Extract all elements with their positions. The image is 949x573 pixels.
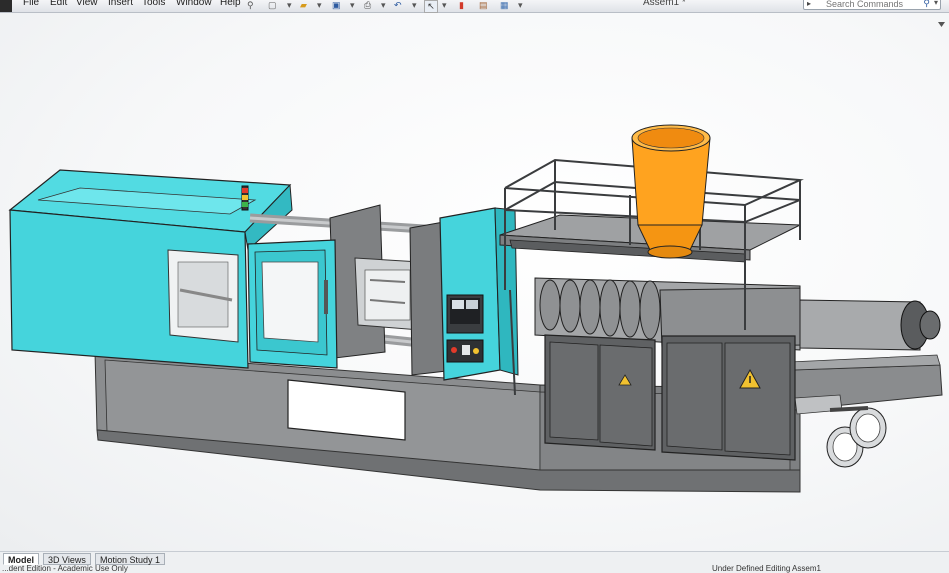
open-icon[interactable]: ▰ <box>300 0 307 11</box>
save-dropdown-icon[interactable]: ▾ <box>350 0 355 11</box>
undo-dropdown-icon[interactable]: ▾ <box>412 0 417 11</box>
search-box[interactable]: ▸ ⚲ ▾ <box>803 0 941 10</box>
menu-edit[interactable]: Edit <box>50 0 67 8</box>
select-dropdown-icon[interactable]: ▾ <box>442 0 447 11</box>
bottom-bar: Model 3D Views Motion Study 1 ...dent Ed… <box>0 551 949 573</box>
tab-model[interactable]: Model <box>3 553 39 565</box>
new-document-icon[interactable]: ▢ <box>268 0 277 11</box>
search-input[interactable] <box>824 0 928 10</box>
print-dropdown-icon[interactable]: ▾ <box>381 0 386 11</box>
menu-tools[interactable]: Tools <box>142 0 165 8</box>
solidworks-logo-icon <box>0 0 12 12</box>
injection-molding-machine-model <box>8 22 945 493</box>
save-icon[interactable]: ▣ <box>332 0 341 11</box>
command-manager-bar: File Edit View Insert Tools Window Help … <box>0 0 949 13</box>
rebuild-icon[interactable]: ▮ <box>459 0 464 11</box>
new-dropdown-icon[interactable]: ▾ <box>287 0 292 11</box>
command-prompt-icon: ▸ <box>807 0 812 8</box>
search-icon[interactable]: ⚲ <box>923 0 930 9</box>
menu-window[interactable]: Window <box>176 0 212 8</box>
options-icon[interactable]: ▦ <box>500 0 509 11</box>
select-icon[interactable]: ↖ <box>424 0 438 13</box>
menu-view[interactable]: View <box>76 0 98 8</box>
graphics-area[interactable] <box>0 13 949 551</box>
search-dropdown-icon[interactable]: ▾ <box>934 0 938 7</box>
pin-icon[interactable]: ⚲ <box>247 0 254 11</box>
heads-up-toolbar-icon <box>938 22 945 27</box>
document-title: Assem1 * <box>643 0 686 8</box>
menu-help[interactable]: Help <box>220 0 241 8</box>
file-properties-icon[interactable]: ▤ <box>479 0 488 11</box>
menu-file[interactable]: File <box>23 0 39 8</box>
tab-motion-study[interactable]: Motion Study 1 <box>95 553 166 565</box>
options-dropdown-icon[interactable]: ▾ <box>518 0 523 11</box>
menu-insert[interactable]: Insert <box>108 0 133 8</box>
tab-3d-views[interactable]: 3D Views <box>43 553 91 565</box>
open-dropdown-icon[interactable]: ▾ <box>317 0 322 11</box>
undo-icon[interactable]: ↶ <box>394 0 402 11</box>
print-icon[interactable]: ⎙ <box>364 0 371 11</box>
